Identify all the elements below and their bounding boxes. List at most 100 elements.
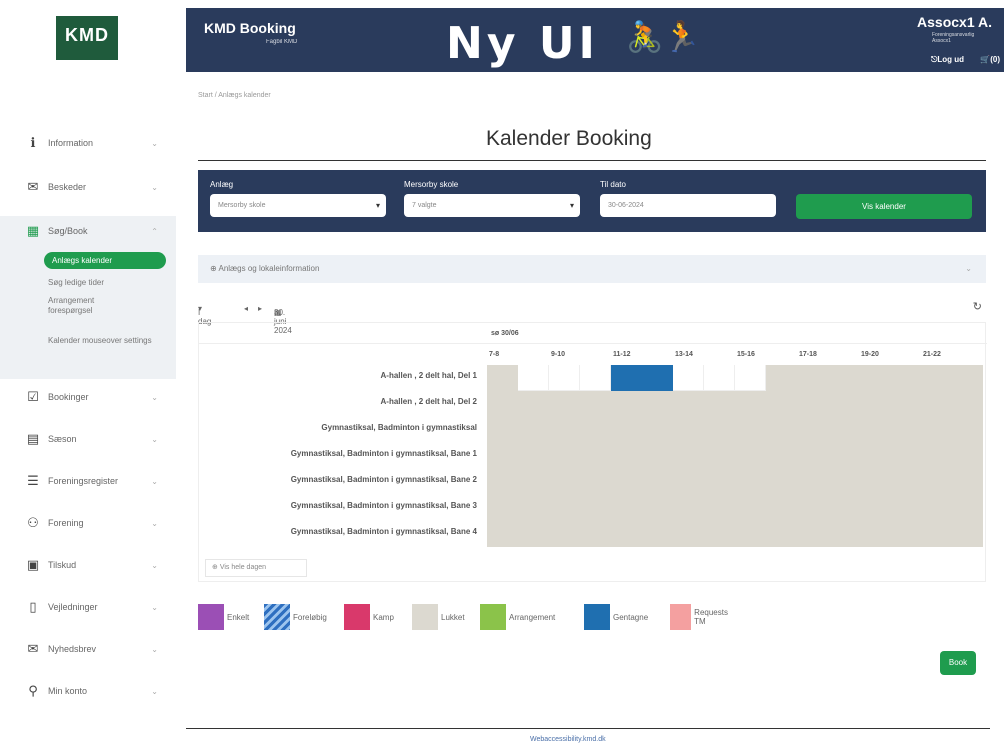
- closed-slot: [766, 495, 797, 521]
- closed-slot: [828, 417, 859, 443]
- closed-slot: [642, 417, 673, 443]
- book-button[interactable]: Book: [940, 651, 976, 675]
- list-icon: ☰: [27, 473, 39, 488]
- chevron-up-icon: ⌃: [151, 226, 158, 236]
- sidebar-sub-mouseover[interactable]: Kalender mouseover settings: [48, 336, 168, 346]
- next-arrow-icon[interactable]: ▸: [258, 304, 262, 313]
- legend-swatch: [344, 604, 370, 630]
- resource-row-label: Gymnastiksal, Badminton i gymnastiksal, …: [290, 475, 477, 484]
- view-select[interactable]: I dag ▾: [198, 304, 211, 326]
- kmd-logo: KMD: [56, 16, 118, 60]
- app-title: KMD Booking: [204, 20, 296, 36]
- info-accordion[interactable]: ⊕ Anlægs og lokaleinformation ⌄: [198, 255, 986, 283]
- sidebar-sub-arrangement[interactable]: Arrangement forespørgsel: [48, 296, 128, 316]
- sidebar-sub-anlaegs-kalender[interactable]: Anlægs kalender: [44, 252, 166, 269]
- date-label: Til dato: [600, 180, 626, 189]
- closed-slot: [921, 391, 952, 417]
- closed-slot: [642, 391, 673, 417]
- sidebar: KMD ℹ Information ⌄ ✉ Beskeder ⌄ ▦ Søg/B…: [0, 0, 176, 744]
- calendar-grid: sø 30/06 7-8 9-10 11-12 13-14 15-16 17-1…: [198, 322, 987, 582]
- closed-slot: [642, 443, 673, 469]
- closed-slot: [735, 391, 766, 417]
- cart-button[interactable]: 🛒(0): [980, 55, 1000, 64]
- chevron-down-icon: ⌄: [151, 434, 158, 444]
- free-slot[interactable]: [673, 365, 704, 391]
- closed-slot: [735, 495, 766, 521]
- free-slot[interactable]: [518, 365, 549, 391]
- closed-slot: [704, 495, 735, 521]
- checkbox-calendar-icon: ☑: [27, 389, 39, 404]
- footer-divider: [186, 728, 990, 729]
- closed-slot: [921, 521, 952, 547]
- closed-slot: [766, 391, 797, 417]
- anlaeg-label: Anlæg: [210, 180, 234, 189]
- closed-slot: [766, 417, 797, 443]
- vis-kalender-button[interactable]: Vis kalender: [796, 194, 972, 219]
- closed-slot: [797, 443, 828, 469]
- sidebar-item-sog-book[interactable]: ▦ Søg/Book ⌃: [0, 216, 176, 246]
- sidebar-sub-ledige-tider[interactable]: Søg ledige tider: [48, 278, 104, 288]
- document-icon: ▯: [29, 599, 37, 614]
- free-slot[interactable]: [704, 365, 735, 391]
- free-slot[interactable]: [735, 365, 766, 391]
- closed-slot: [797, 521, 828, 547]
- sidebar-item-min-konto[interactable]: ⚲ Min konto ⌄: [0, 676, 176, 706]
- free-slot[interactable]: [580, 365, 611, 391]
- closed-slot: [673, 495, 704, 521]
- sidebar-item-information[interactable]: ℹ Information ⌄: [0, 128, 176, 158]
- closed-slot: [828, 391, 859, 417]
- closed-slot: [735, 443, 766, 469]
- closed-slot: [704, 443, 735, 469]
- closed-slot: [580, 443, 611, 469]
- closed-slot: [518, 495, 549, 521]
- sidebar-item-foreningsregister[interactable]: ☰ Foreningsregister ⌄: [0, 466, 176, 496]
- subsidy-icon: ▣: [26, 557, 40, 572]
- closed-slot: [642, 495, 673, 521]
- closed-slot: [611, 495, 642, 521]
- closed-slot: [704, 469, 735, 495]
- sidebar-item-nyhedsbrev[interactable]: ✉ Nyhedsbrev ⌄: [0, 634, 176, 664]
- closed-slot: [673, 443, 704, 469]
- prev-arrow-icon[interactable]: ◂: [244, 304, 248, 313]
- legend-item: Requests TM: [670, 604, 733, 630]
- closed-slot: [549, 391, 580, 417]
- lokale-select[interactable]: 7 valgte ▾: [404, 194, 580, 217]
- closed-slot: [580, 521, 611, 547]
- date-input[interactable]: 30-06-2024: [600, 194, 776, 217]
- app-subtitle: Fagbil KMD: [266, 39, 298, 45]
- page-title: Kalender Booking: [486, 127, 652, 150]
- calendar-toolbar: I dag ▾ ◂ ▸ ▦ 30. juni 2024 ↻: [198, 300, 982, 335]
- sidebar-item-vejledninger[interactable]: ▯ Vejledninger ⌄: [0, 592, 176, 622]
- breadcrumb[interactable]: Start / Anlægs kalender: [198, 92, 271, 99]
- user-name[interactable]: Assocx1 A.: [917, 14, 992, 30]
- newsletter-icon: ✉: [27, 641, 39, 656]
- plus-circle-icon: ⊕: [212, 564, 218, 571]
- closed-slot: [580, 469, 611, 495]
- sidebar-item-forening[interactable]: ⚇ Forening ⌄: [0, 508, 176, 538]
- sidebar-item-saeson[interactable]: ▤ Sæson ⌄: [0, 424, 176, 454]
- account-icon: ⚲: [28, 683, 38, 698]
- closed-slot: [673, 469, 704, 495]
- closed-slot: [921, 365, 952, 391]
- closed-slot: [890, 391, 921, 417]
- closed-slot: [549, 417, 580, 443]
- sidebar-item-bookinger[interactable]: ☑ Bookinger ⌄: [0, 382, 176, 412]
- closed-slot: [921, 417, 952, 443]
- anlaeg-select[interactable]: Mersorby skole ▾: [210, 194, 386, 217]
- chevron-down-icon: ⌄: [151, 138, 158, 148]
- sidebar-item-beskeder[interactable]: ✉ Beskeder ⌄: [0, 172, 176, 202]
- logout-button[interactable]: ⎋Log ud: [931, 55, 964, 65]
- show-whole-day-button[interactable]: ⊕ Vis hele dagen: [205, 559, 307, 577]
- accessibility-link[interactable]: Webaccessibility.kmd.dk: [530, 736, 606, 743]
- closed-slot: [487, 365, 518, 391]
- closed-slot: [859, 443, 890, 469]
- refresh-icon[interactable]: ↻: [973, 300, 982, 313]
- closed-slot: [487, 443, 518, 469]
- plus-circle-icon: ⊕: [210, 264, 217, 273]
- free-slot[interactable]: [549, 365, 580, 391]
- closed-slot: [580, 391, 611, 417]
- sidebar-item-tilskud[interactable]: ▣ Tilskud ⌄: [0, 550, 176, 580]
- chevron-down-icon: ⌄: [151, 182, 158, 192]
- time-slot: 19-20: [861, 351, 879, 358]
- messages-icon: ✉: [27, 179, 39, 194]
